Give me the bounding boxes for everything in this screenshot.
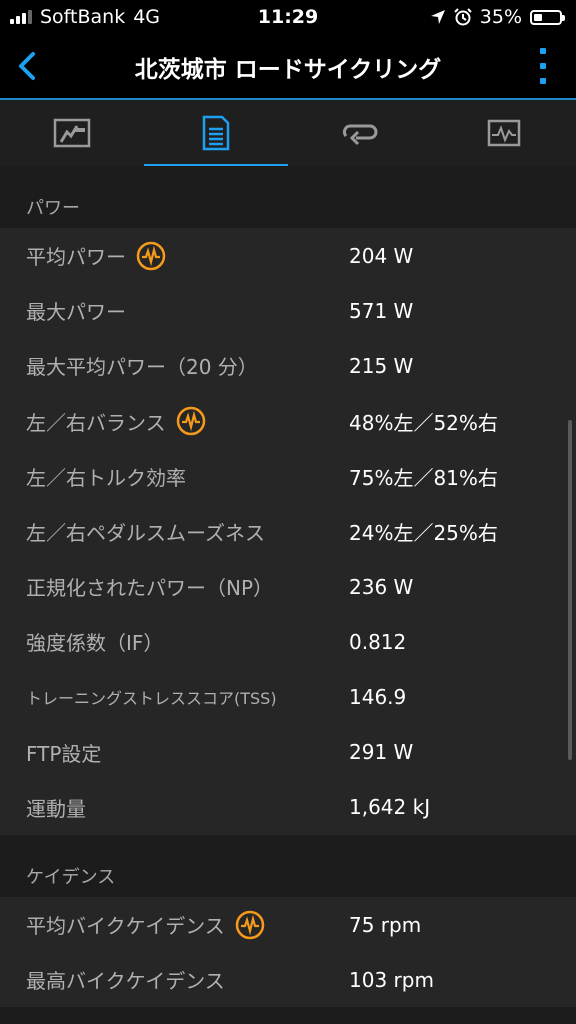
stat-label: 平均バイクケイデンス: [26, 914, 225, 939]
stat-row-max-power: 最大パワー 571 W: [0, 283, 576, 338]
stat-row-max-avg-power: 最大平均パワー（20 分） 215 W: [0, 338, 576, 393]
stat-label-wrap: 平均バイクケイデンス: [26, 910, 265, 940]
stat-value: 204 W: [349, 243, 414, 268]
battery-percent: 35%: [479, 6, 522, 28]
stat-label: 運動量: [26, 796, 86, 821]
stat-row-average-power: 平均パワー 204 W: [0, 228, 576, 283]
chevron-left-icon[interactable]: [10, 48, 46, 84]
stat-label: 強度係数（IF）: [26, 631, 164, 656]
tab-chart[interactable]: [432, 100, 576, 166]
stat-label: 正規化されたパワー（NP）: [26, 576, 274, 601]
activity-wave-icon[interactable]: [136, 241, 166, 271]
activity-wave-icon[interactable]: [176, 406, 206, 436]
navigation-bar: 北茨城市 ロードサイクリング: [0, 34, 576, 100]
bottom-gap: [0, 1007, 576, 1020]
tab-bar: [0, 100, 576, 167]
laps-icon: [342, 124, 378, 146]
tab-overview[interactable]: [0, 100, 144, 166]
stat-value: 75%左／81%右: [349, 465, 498, 490]
stat-row-intensity-factor: 強度係数（IF） 0.812: [0, 614, 576, 669]
stat-value: 215 W: [349, 353, 414, 378]
stat-label: 最大パワー: [26, 300, 126, 325]
stat-row-torque-effectiveness: 左／右トルク効率 75%左／81%右: [0, 449, 576, 504]
chart-icon: [487, 119, 521, 147]
stat-value: 75 rpm: [349, 912, 422, 937]
alarm-icon: [454, 8, 472, 26]
stat-row-tss: トレーニングストレススコア(TSS) 146.9: [0, 670, 576, 725]
stat-label-wrap: 左／右バランス: [26, 406, 206, 436]
stat-row-avg-cadence: 平均バイクケイデンス 75 rpm: [0, 897, 576, 952]
location-icon: [430, 10, 445, 24]
stat-value: 103 rpm: [349, 967, 434, 992]
stat-value: 24%左／25%右: [349, 521, 498, 546]
stat-value: 291 W: [349, 740, 414, 765]
section-header-cadence: ケイデンス: [0, 835, 576, 898]
stat-value: 146.9: [349, 685, 407, 710]
stat-value: 0.812: [349, 629, 407, 654]
stat-row-normalized-power: 正規化されたパワー（NP） 236 W: [0, 559, 576, 614]
stat-value: 236 W: [349, 574, 414, 599]
vertical-dots-icon[interactable]: [538, 48, 548, 84]
stat-label: FTP設定: [26, 741, 102, 766]
section-header-power: パワー: [0, 166, 576, 228]
stat-label: 最大平均パワー（20 分）: [26, 355, 258, 380]
stat-label-wrap: 平均パワー: [26, 241, 166, 271]
stat-row-max-cadence: 最高バイクケイデンス 103 rpm: [0, 952, 576, 1007]
stat-label: トレーニングストレススコア(TSS): [26, 689, 277, 709]
scrollbar[interactable]: [568, 420, 572, 760]
stat-row-ftp: FTP設定 291 W: [0, 725, 576, 780]
status-right: 35%: [430, 6, 565, 28]
cadence-rows: 平均バイクケイデンス 75 rpm 最高バイクケイデンス 103 rpm: [0, 897, 576, 1008]
stat-value: 571 W: [349, 298, 414, 323]
tab-laps[interactable]: [288, 100, 432, 166]
power-rows: 平均パワー 204 W 最大パワー 571 W 最大平均パワー（20 分） 21…: [0, 228, 576, 836]
stat-label: 左／右ペダルスムーズネス: [26, 521, 265, 546]
stat-value: 48%左／52%右: [349, 410, 498, 435]
stat-row-work: 運動量 1,642 kJ: [0, 780, 576, 835]
stat-row-balance: 左／右バランス 48%左／52%右: [0, 394, 576, 449]
stats-content[interactable]: パワー 平均パワー 204 W 最大パワー 571 W 最大平均パワー（20 分…: [0, 166, 576, 1024]
stat-label: 左／右バランス: [26, 410, 166, 435]
stat-label: 左／右トルク効率: [26, 465, 186, 490]
stat-value: 1,642 kJ: [349, 795, 431, 820]
activity-wave-icon[interactable]: [235, 910, 265, 940]
battery-icon: [530, 9, 565, 25]
map-overview-icon: [53, 118, 91, 148]
stat-row-pedal-smoothness: 左／右ペダルスムーズネス 24%左／25%右: [0, 504, 576, 559]
stats-list-icon: [202, 115, 230, 151]
page-title: 北茨城市 ロードサイクリング: [134, 57, 442, 83]
status-bar: SoftBank 4G 11:29 35%: [0, 0, 576, 34]
stat-label: 平均パワー: [26, 245, 126, 270]
stat-label: 最高バイクケイデンス: [26, 969, 225, 994]
tab-stats[interactable]: [144, 100, 288, 167]
